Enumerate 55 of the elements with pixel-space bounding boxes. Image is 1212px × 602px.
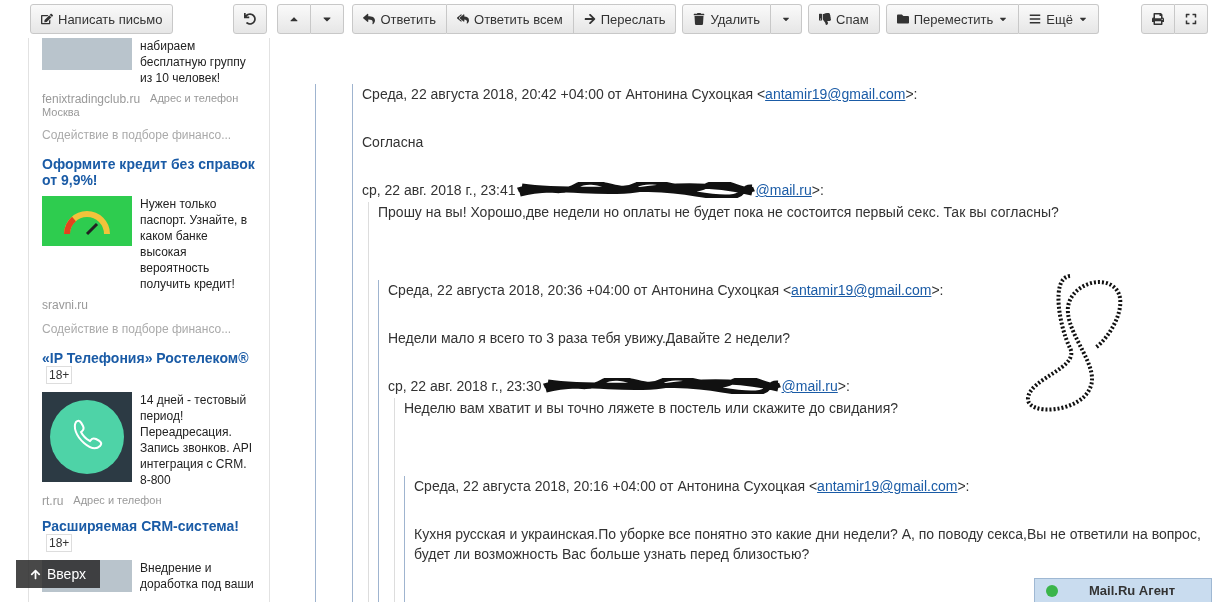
ad-title[interactable]: Расширяемая CRM-система! 18+ xyxy=(42,518,256,552)
reply-date: ср, 22 авг. 2018 г., 23:41 xyxy=(362,181,516,200)
ad-text: 14 дней - тестовый период! Переадресация. Запись звонков. API интеграция с CRM. 8-800 xyxy=(140,392,254,488)
agent-icon xyxy=(1045,583,1059,598)
expand-button[interactable] xyxy=(1175,4,1208,34)
reply-suffix: >: xyxy=(837,377,850,396)
compose-button[interactable]: Написать письмо xyxy=(30,4,174,34)
spam-button[interactable]: Спам xyxy=(808,4,880,34)
reply-all-icon xyxy=(457,13,470,25)
expand-icon xyxy=(1185,13,1197,25)
printer-icon xyxy=(1152,13,1164,25)
message-header: Среда, 22 августа 2018, 20:42 +04:00 от Антонина Сухоцкая <antamir19@gmail.com>: xyxy=(362,85,919,104)
trash-icon xyxy=(693,13,706,25)
arrow-up-icon xyxy=(30,568,41,580)
quoted-text: Неделю вам хватит и вы точно ляжете в постель или скажите до свидания? xyxy=(404,399,900,418)
email-link[interactable]: antamir19@gmail.com xyxy=(817,478,958,494)
reply-icon xyxy=(363,13,376,25)
reply-button[interactable]: Ответить xyxy=(352,4,448,34)
email-link[interactable]: antamir19@gmail.com xyxy=(791,282,932,298)
message-body: Кухня русская и украинская.По уборке все понятно это какие дни недели? А, по поводу секса,Вы не ответили на вопрос, будет ли возможность Вас больше узнать перед близостью? xyxy=(414,525,1202,564)
scroll-to-top-button[interactable]: Вверх xyxy=(16,560,101,588)
reply-all-button[interactable]: Ответить всем xyxy=(447,4,574,34)
email-link[interactable]: @mail.ru xyxy=(755,180,812,200)
menu-icon xyxy=(1029,13,1042,25)
arrow-right-icon xyxy=(583,13,596,25)
message-header: Среда, 22 августа 2018, 20:16 +04:00 от Антонина Сухоцкая <antamir19@gmail.com>: xyxy=(414,477,971,496)
undo-button[interactable] xyxy=(233,4,268,34)
message-header: Среда, 22 августа 2018, 20:36 +04:00 от Антонина Сухоцкая <antamir19@gmail.com>: xyxy=(388,281,945,300)
undo-icon xyxy=(244,13,257,25)
ad-city: Москва xyxy=(42,106,81,118)
ad-text: набираем бесплатную группу из 10 человек! xyxy=(140,38,247,86)
thumbs-down-icon xyxy=(819,13,832,25)
email-link[interactable]: @mail.ru xyxy=(781,376,838,396)
age-badge: 18+ xyxy=(46,534,73,552)
email-link[interactable]: antamir19@gmail.com xyxy=(765,86,906,102)
folder-icon xyxy=(896,13,909,25)
message-body: Согласна xyxy=(362,133,425,152)
age-badge: 18+ xyxy=(46,366,73,384)
reply-suffix: >: xyxy=(811,181,824,200)
message-body: Недели мало я всего то 3 раза тебя увижу.Давайте 2 недели? xyxy=(388,329,792,348)
pencil-icon xyxy=(41,13,53,25)
move-button[interactable]: Переместить xyxy=(885,4,1020,34)
ad-title[interactable]: Оформите кредит без справок от 9,9%! xyxy=(42,156,256,188)
print-button[interactable] xyxy=(1141,4,1175,34)
reply-date: ср, 22 авг. 2018 г., 23:30 xyxy=(388,377,542,396)
more-button[interactable]: Ещё xyxy=(1019,4,1099,34)
ad-text: Нужен только паспорт. Узнайте, в каком банке высокая вероятность получить кредит! xyxy=(140,196,249,292)
ad-text: Внедрение и доработка под ваши xyxy=(140,560,255,592)
agent-panel[interactable]: Mail.Ru Агент xyxy=(1034,578,1212,602)
ad-category: Содействие в подборе финансо... xyxy=(42,128,233,142)
ad-title[interactable]: «IP Телефония» Ростелеком® 18+ xyxy=(42,350,256,384)
forward-button[interactable]: Переслать xyxy=(573,4,677,34)
quoted-text: Прошу на вы! Хорошо,две недели но оплаты не будет пока не состоится первый секс. Так вы согласны? xyxy=(378,203,1060,222)
delete-button[interactable]: Удалить xyxy=(682,4,772,34)
ad-category: Содействие в подборе финансо... xyxy=(42,322,233,336)
